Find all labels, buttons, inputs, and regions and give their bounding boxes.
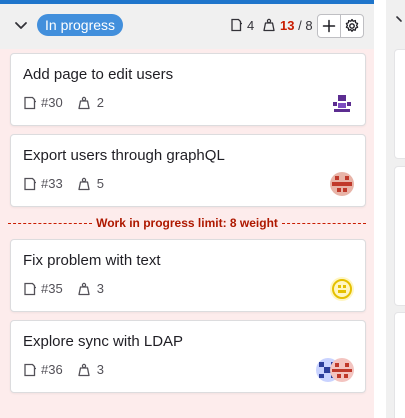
weight-icon [78,282,90,295]
issue-meta: #30 2 [23,95,104,110]
issues-icon [231,18,242,32]
issues-icon [24,177,36,190]
issue-meta: #36 3 [23,362,104,377]
issue-ref[interactable]: #35 [41,281,63,296]
issue-card-partial[interactable] [394,49,405,159]
weight-limit: 8 [305,17,313,33]
issue-ref[interactable]: #33 [41,176,63,191]
weight-current: 13 [280,17,295,33]
gear-icon [345,18,359,32]
chevron-down-icon[interactable] [12,16,30,34]
issue-title[interactable]: Add page to edit users [23,66,173,83]
board-list-in-progress: In progress 4 13 / 8 Add page to edit us… [0,0,374,418]
issue-title[interactable]: Export users through graphQL [23,147,225,164]
chevron-down-icon[interactable] [395,12,405,31]
list-label[interactable]: In progress [37,14,124,36]
weight-icon [78,363,90,376]
issue-meta: #33 5 [23,176,104,191]
issue-weight: 3 [96,362,104,377]
issue-card-partial[interactable] [394,312,405,418]
list-settings-button[interactable] [340,14,364,38]
issues-icon [24,282,36,295]
wip-limit-divider: Work in progress limit: 8 weight [8,214,366,232]
list-header: In progress 4 13 / 8 [0,4,374,49]
weight-icon [78,96,90,109]
weight-icon [78,177,90,190]
add-issue-button[interactable] [317,14,341,38]
wip-limit-text: Work in progress limit: 8 weight [96,216,278,230]
assignee-avatar[interactable] [329,276,355,302]
weight-count: 13 / 8 [262,15,313,35]
weight-icon [263,18,275,32]
assignee-avatars[interactable] [315,357,355,383]
issue-card[interactable]: Explore sync with LDAP #36 3 [10,320,366,393]
issue-weight: 3 [96,281,104,296]
issue-card[interactable]: Export users through graphQL #33 5 [10,134,366,207]
assignee-avatar[interactable] [329,171,355,197]
weight-separator: / [294,17,306,33]
issue-card[interactable]: Fix problem with text #35 3 [10,239,366,312]
issue-weight: 5 [96,176,104,191]
issue-ref[interactable]: #30 [41,95,63,110]
issue-count: 4 [229,15,254,35]
issue-count-value: 4 [247,17,255,33]
issue-card[interactable]: Add page to edit users #30 2 [10,53,366,126]
issue-weight: 2 [96,95,104,110]
issue-meta: #35 3 [23,281,104,296]
issues-icon [24,363,36,376]
issues-icon [24,96,36,109]
issue-title[interactable]: Explore sync with LDAP [23,333,183,350]
issue-card-partial[interactable] [394,166,405,306]
plus-icon [322,19,336,33]
issue-title[interactable]: Fix problem with text [23,252,161,269]
board-list-next [386,0,405,418]
board: In progress 4 13 / 8 Add page to edit us… [0,0,405,418]
issue-ref[interactable]: #36 [41,362,63,377]
assignee-avatar[interactable] [329,90,355,116]
